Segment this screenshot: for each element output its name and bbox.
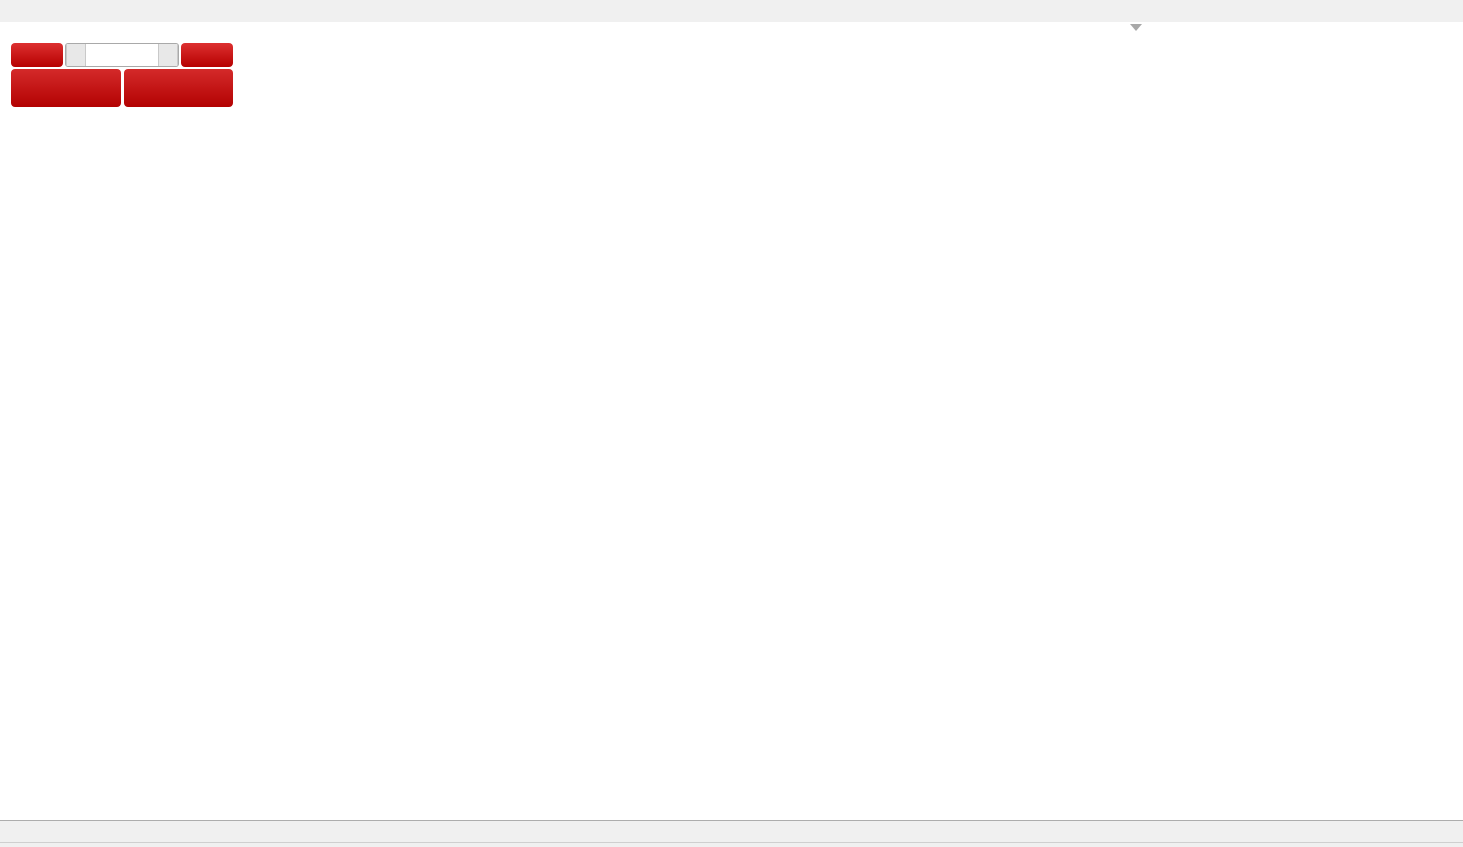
buy-button[interactable] bbox=[181, 43, 233, 67]
price-chart-canvas[interactable] bbox=[0, 22, 1463, 820]
volume-stepper bbox=[65, 43, 179, 67]
one-click-quote-row bbox=[11, 69, 233, 107]
chart-shift-marker-icon[interactable] bbox=[1130, 24, 1142, 31]
chart-window bbox=[0, 22, 1463, 820]
chart-tab-bar bbox=[0, 820, 1463, 843]
volume-decrease-icon[interactable] bbox=[66, 44, 86, 66]
one-click-top-row bbox=[11, 43, 233, 67]
volume-increase-icon[interactable] bbox=[158, 44, 178, 66]
mt4-application bbox=[0, 0, 1463, 847]
ask-quote-button[interactable] bbox=[124, 69, 234, 107]
bid-quote-button[interactable] bbox=[11, 69, 121, 107]
one-click-trading-panel bbox=[10, 42, 234, 108]
timeframe-toolbar bbox=[0, 0, 1463, 23]
chart-title bbox=[22, 28, 33, 40]
status-strip bbox=[0, 842, 1463, 847]
sell-button[interactable] bbox=[11, 43, 63, 67]
volume-field[interactable] bbox=[86, 44, 158, 66]
